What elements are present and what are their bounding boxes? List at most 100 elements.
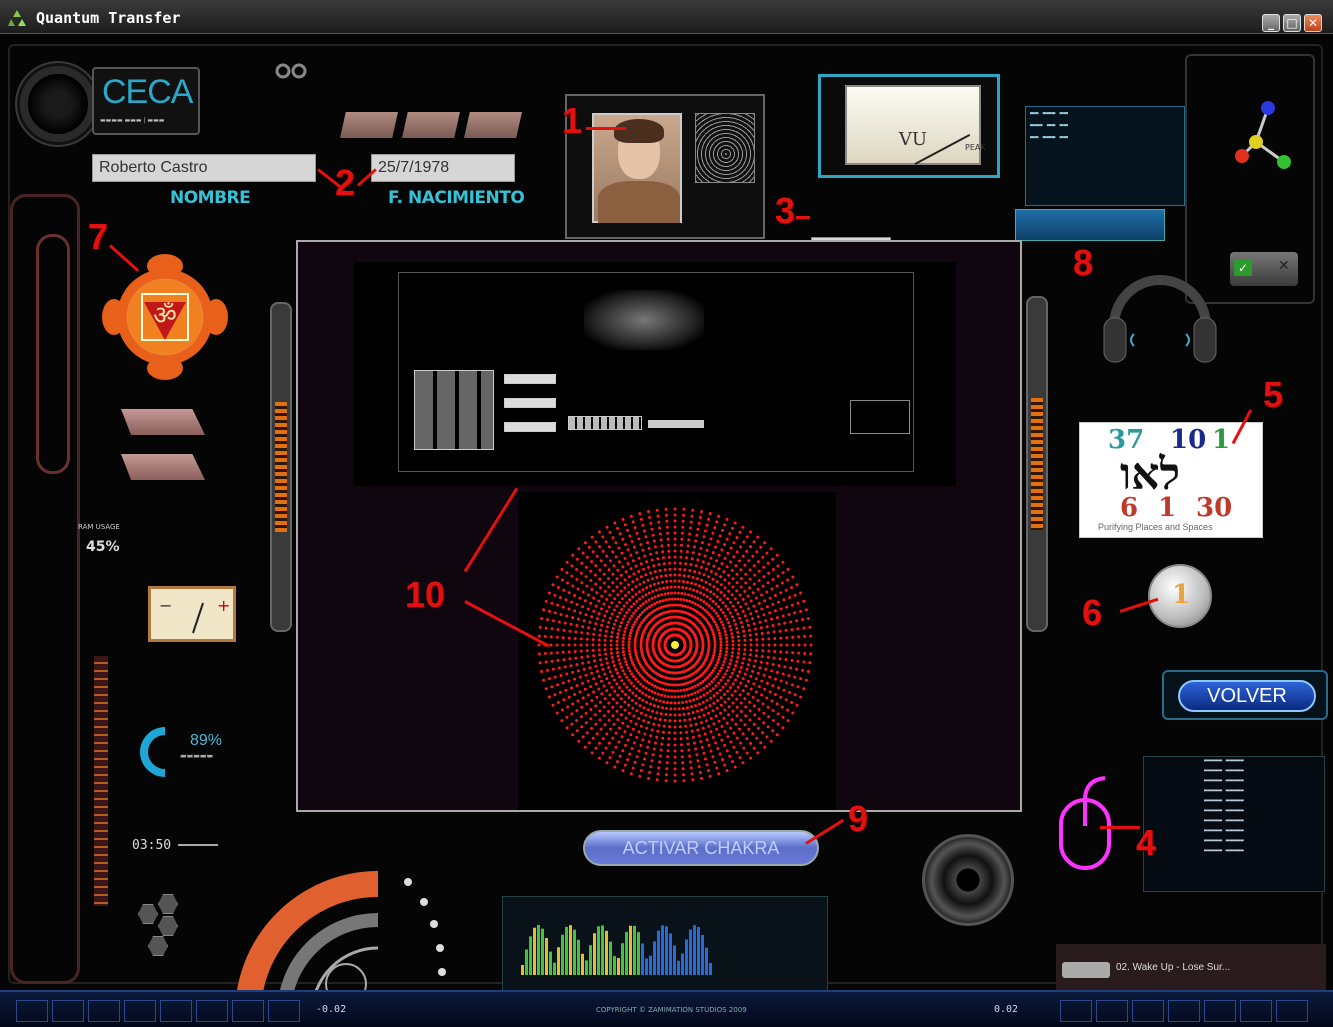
spiral-dot xyxy=(689,520,693,524)
spiral-dot xyxy=(715,766,719,770)
bottom-cell[interactable] xyxy=(196,1000,228,1022)
spiral-dot xyxy=(786,567,790,571)
bottom-cell[interactable] xyxy=(160,1000,192,1022)
spiral-dot xyxy=(770,699,774,703)
spiral-dot xyxy=(601,535,605,539)
bottom-cell[interactable] xyxy=(268,1000,300,1022)
spiral-dot xyxy=(756,699,760,703)
mouse-icon[interactable] xyxy=(1055,772,1115,872)
headphones-icon xyxy=(1103,275,1217,363)
spiral-dot xyxy=(631,625,634,629)
bottom-cell[interactable] xyxy=(1096,1000,1128,1022)
spiral-dot xyxy=(705,602,709,606)
activar-chakra-button[interactable]: ACTIVAR CHAKRA xyxy=(583,830,819,866)
dob-field[interactable] xyxy=(371,154,515,182)
spiral-dot xyxy=(562,628,566,632)
spiral-dot xyxy=(635,669,639,673)
right-rail[interactable] xyxy=(1026,296,1048,632)
spiral-dot xyxy=(653,570,657,574)
spiral-dot xyxy=(703,732,707,736)
spiral-dot xyxy=(731,526,734,530)
spiral-dot xyxy=(809,634,813,638)
spiral-dot xyxy=(727,713,731,717)
bottom-cell[interactable] xyxy=(124,1000,156,1022)
close-button[interactable]: ✕ xyxy=(1304,14,1322,32)
bottom-cell[interactable] xyxy=(1168,1000,1200,1022)
maximize-button[interactable]: □ xyxy=(1283,14,1301,32)
tab-chip-2[interactable] xyxy=(402,112,460,138)
spiral-dot xyxy=(625,675,629,679)
spiral-dot xyxy=(687,593,690,597)
spiral-dot xyxy=(629,772,633,776)
spiral-dot xyxy=(759,660,763,664)
spiral-dot xyxy=(679,597,683,601)
spiral-dot xyxy=(773,650,777,653)
bottom-cell[interactable] xyxy=(1060,1000,1092,1022)
spiral-dot xyxy=(802,687,806,691)
bottom-cell[interactable] xyxy=(88,1000,120,1022)
spiral-dot xyxy=(546,668,549,672)
spiral-dot xyxy=(654,545,657,549)
spiral-dot xyxy=(610,631,614,634)
spiral-dot xyxy=(557,620,561,624)
spiral-dot xyxy=(634,585,638,589)
side-button-1[interactable] xyxy=(121,409,205,435)
bottom-cell[interactable] xyxy=(1276,1000,1308,1022)
spiral-dot xyxy=(567,650,571,654)
left-rail[interactable] xyxy=(270,302,292,632)
spiral-dot xyxy=(786,708,790,712)
spiral-dot xyxy=(718,634,722,638)
spiral-dot xyxy=(752,604,756,608)
spiral-dot xyxy=(737,647,741,651)
blue-status-bar[interactable] xyxy=(1015,209,1165,241)
toggle-switch[interactable]: ✓ ✕ xyxy=(1230,252,1298,286)
spiral-dot xyxy=(719,583,723,587)
spiral-dot xyxy=(808,625,812,629)
spiral-dot xyxy=(546,618,549,622)
spiral-dot xyxy=(638,613,642,617)
bottom-cell[interactable] xyxy=(1132,1000,1164,1022)
spiral-dot xyxy=(608,670,612,674)
spiral-dot xyxy=(661,736,665,740)
spiral-dot xyxy=(731,639,735,643)
player-controls[interactable] xyxy=(1062,962,1110,978)
spiral-dot xyxy=(741,625,745,629)
spiral-dot xyxy=(673,513,677,517)
spiral-dot xyxy=(649,571,653,575)
side-button-2[interactable] xyxy=(121,454,205,480)
spiral-dot xyxy=(617,658,621,662)
spiral-dot xyxy=(594,582,598,586)
spiral-dot xyxy=(696,596,700,600)
spiral-dot xyxy=(653,602,657,606)
spiral-dot xyxy=(799,591,803,595)
bottom-cell[interactable] xyxy=(1204,1000,1236,1022)
bottom-cell[interactable] xyxy=(16,1000,48,1022)
bottom-cell[interactable] xyxy=(52,1000,84,1022)
spiral-dot xyxy=(656,772,660,776)
spiral-dot xyxy=(633,640,637,644)
volver-button[interactable]: VOLVER xyxy=(1178,680,1316,712)
tab-chip-1[interactable] xyxy=(340,112,398,138)
tab-chip-3[interactable] xyxy=(464,112,522,138)
city-row: ▬▬▬▬▬ ▬▬▬▬▬ xyxy=(1204,827,1244,834)
spiral-dot xyxy=(629,681,633,685)
name-field[interactable] xyxy=(92,154,316,182)
spiral-dot xyxy=(699,598,703,602)
bottom-cell[interactable] xyxy=(1240,1000,1272,1022)
bottom-cell[interactable] xyxy=(232,1000,264,1022)
spiral-dot xyxy=(633,760,637,764)
spiral-dot xyxy=(621,650,625,654)
spiral-dot xyxy=(791,575,795,579)
spiral-dot xyxy=(582,667,586,671)
spiral-dot xyxy=(569,664,573,668)
spiral-dot xyxy=(631,691,635,695)
spiral-dot xyxy=(594,604,598,608)
spiral-dot xyxy=(764,667,768,671)
spiral-dot xyxy=(673,603,677,607)
equalizer-bar xyxy=(533,927,536,975)
spiral-dot xyxy=(579,715,583,719)
minimize-button[interactable]: _ xyxy=(1262,14,1280,32)
marker-10: 10 xyxy=(405,574,446,615)
spiral-dot xyxy=(781,571,785,575)
spiral-dot xyxy=(584,673,588,677)
